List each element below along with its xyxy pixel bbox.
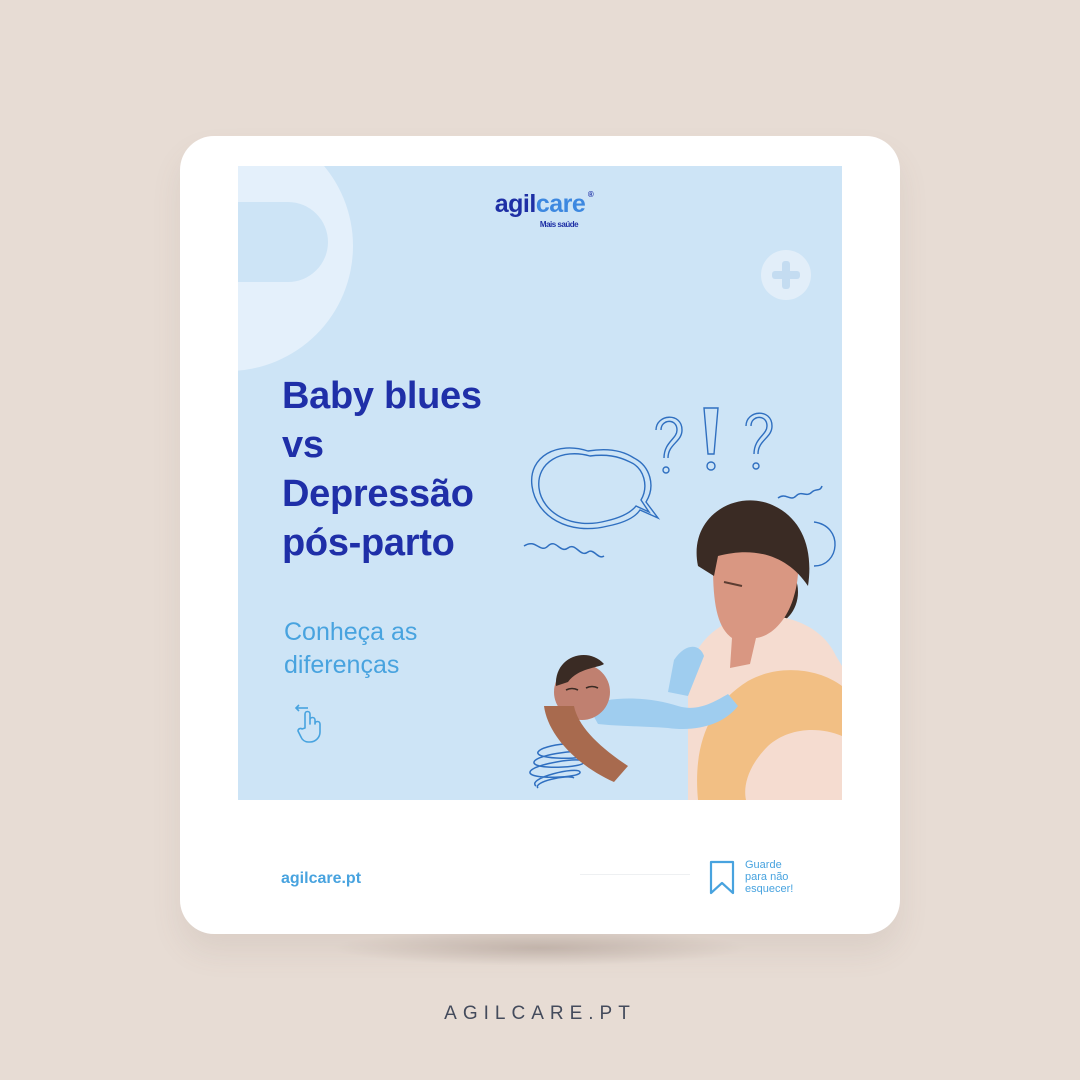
post-card: agilcare ® Mais saúde Baby blues vs Depres… (180, 136, 900, 934)
logo-registered-mark: ® (587, 190, 594, 199)
title-line-4: pós-parto (282, 522, 455, 564)
baby-figure (544, 646, 738, 782)
title-line-2: vs (282, 424, 324, 466)
agilcare-logo: agilcare ® Mais saúde (238, 190, 842, 232)
subtitle-line-2: diferenças (284, 651, 400, 679)
title-line-3: Depressão (282, 473, 474, 515)
post-slide: agilcare ® Mais saúde Baby blues vs Depres… (238, 166, 842, 800)
footer-divider (580, 874, 690, 875)
bookmark-icon[interactable] (708, 860, 736, 896)
website-link[interactable]: agilcare.pt (281, 870, 361, 888)
save-reminder-text: Guarde para não esquecer! (745, 859, 825, 895)
save-line-2: para não (745, 871, 789, 883)
save-line-1: Guarde (745, 859, 782, 871)
save-line-3: esquecer! (745, 883, 794, 895)
logo-wordmark: agilcare ® Mais saúde (494, 190, 594, 229)
logo-tagline: Mais saúde (539, 220, 579, 229)
card-shadow (330, 930, 750, 966)
post-title: Baby blues vs Depressão pós-parto (282, 372, 482, 568)
subtitle-line-1: Conheça as (284, 618, 418, 646)
brand-caption: AGILCARE.PT (444, 1003, 636, 1024)
logo-part-care: care (535, 190, 586, 218)
title-line-1: Baby blues (282, 375, 482, 417)
logo-part-agil: agil (494, 190, 537, 218)
post-subtitle: Conheça as diferenças (284, 616, 417, 682)
swipe-hand-icon (294, 704, 321, 743)
plus-icon (761, 250, 811, 300)
